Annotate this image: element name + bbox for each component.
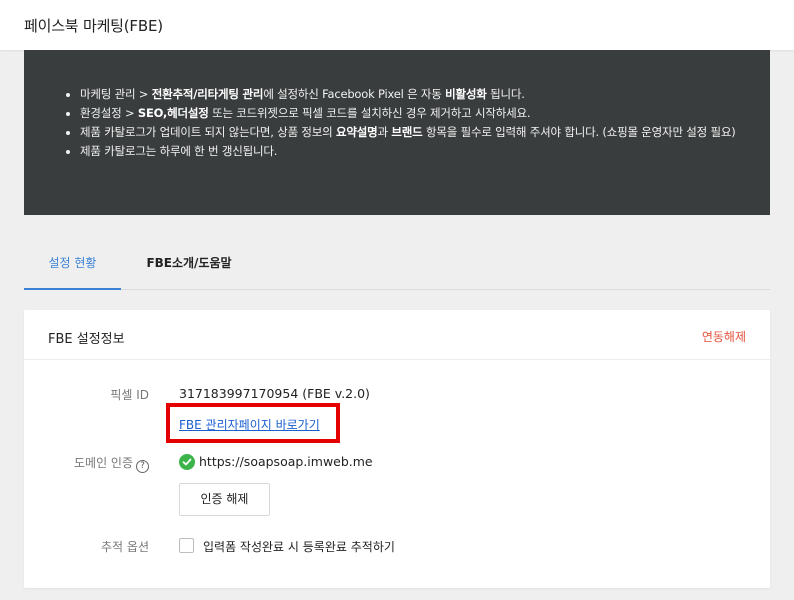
- cancel-auth-button[interactable]: 인증 해제: [179, 483, 270, 516]
- check-circle-icon: [179, 454, 195, 470]
- help-icon[interactable]: ?: [136, 460, 149, 473]
- notice-item: 마케팅 관리 > 전환추적/리타게팅 관리에 설정하신 Facebook Pix…: [80, 85, 760, 104]
- pixel-id-label: 픽셀 ID: [110, 388, 149, 402]
- notice-item: 제품 카탈로그가 업데이트 되지 않는다면, 상품 정보의 요약설명과 브랜드 …: [80, 123, 760, 142]
- fbe-settings-card: FBE 설정정보 연동해제 픽셀 ID 317183997170954 (FBE…: [24, 310, 770, 588]
- top-bar: 페이스북 마케팅(FBE): [0, 0, 794, 50]
- notice-list: 마케팅 관리 > 전환추적/리타게팅 관리에 설정하신 Facebook Pix…: [80, 85, 760, 161]
- page-title: 페이스북 마케팅(FBE): [24, 17, 163, 35]
- tab-bar: 설정 현황 FBE소개/도움말: [24, 240, 770, 290]
- notice-panel: 마케팅 관리 > 전환추적/리타게팅 관리에 설정하신 Facebook Pix…: [24, 50, 770, 215]
- card-title: FBE 설정정보: [48, 332, 125, 347]
- pixel-id-value: 317183997170954 (FBE v.2.0): [179, 386, 370, 401]
- tracking-option-label: 추적 옵션: [101, 540, 149, 554]
- domain-value: https://soapsoap.imweb.me: [199, 454, 373, 469]
- domain-auth-label: 도메인 인증?: [24, 454, 149, 473]
- notice-item: 환경설정 > SEO,헤더설정 또는 코드위젯으로 픽셀 코드를 설치하신 경우…: [80, 104, 760, 123]
- fbe-admin-link[interactable]: FBE 관리자페이지 바로가기: [179, 416, 320, 433]
- tracking-checkbox[interactable]: [179, 538, 194, 553]
- tracking-checkbox-label[interactable]: 입력폼 작성완료 시 등록완료 추적하기: [203, 538, 395, 555]
- tab-settings-status[interactable]: 설정 현황: [24, 240, 121, 290]
- card-header: FBE 설정정보 연동해제: [24, 310, 770, 360]
- tab-fbe-help[interactable]: FBE소개/도움말: [129, 240, 249, 290]
- unlink-button[interactable]: 연동해제: [702, 328, 746, 345]
- notice-item: 제품 카탈로그는 하루에 한 번 갱신됩니다.: [80, 142, 760, 161]
